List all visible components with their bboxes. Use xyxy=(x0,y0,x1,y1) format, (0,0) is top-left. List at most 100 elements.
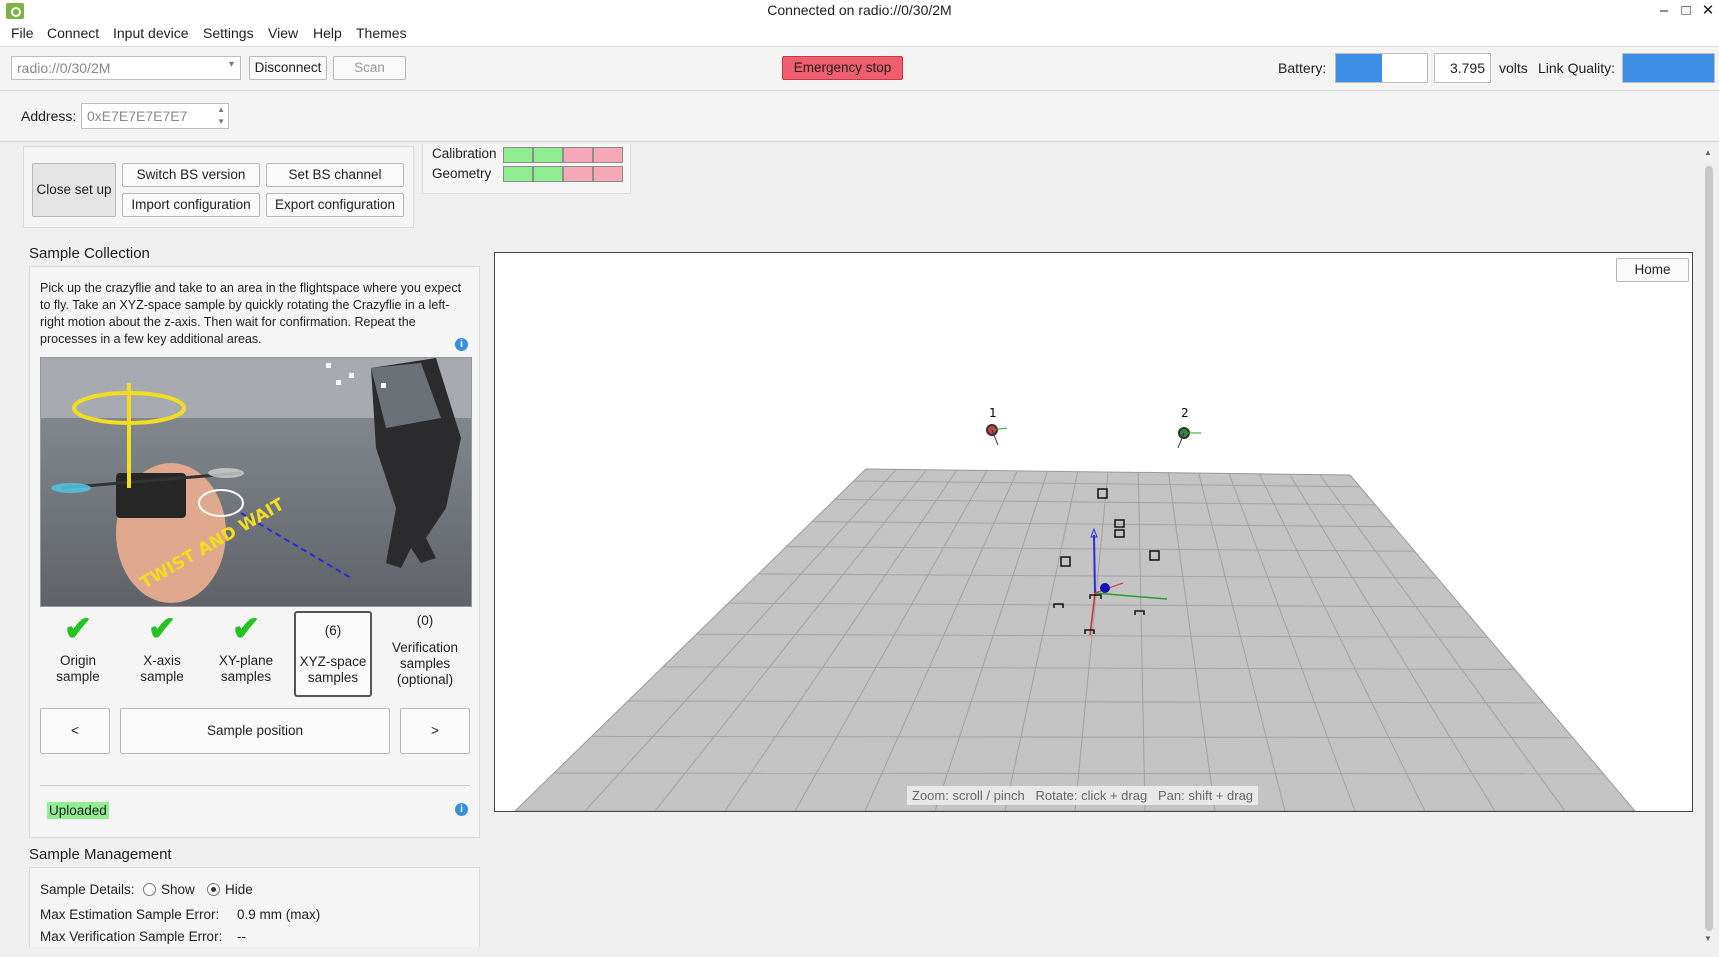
instructions-text: Pick up the crazyflie and take to an are… xyxy=(40,281,462,346)
origin-check-icon: ✔ xyxy=(63,610,93,648)
maximize-button[interactable]: □ xyxy=(1675,0,1697,22)
menu-input-device[interactable]: Input device xyxy=(113,25,189,41)
max-verification-error-value: -- xyxy=(237,929,246,944)
basestation-setup-panel: Close set up Switch BS version Set BS ch… xyxy=(23,146,414,228)
link-quality-bar-fill xyxy=(1623,54,1714,82)
xyz-space-samples-step: (6) XYZ-space samples xyxy=(294,611,372,697)
verification-sample-count: (0) xyxy=(416,613,434,628)
verification-samples-step: (0) Verification samples (optional) xyxy=(380,613,470,697)
connection-toolbar: radio://0/30/2M ▾ Disconnect Scan Emerge… xyxy=(0,47,1719,91)
instruction-image: TWIST AND WAIT xyxy=(40,357,472,607)
menu-bar: File Connect Input device Settings View … xyxy=(0,22,1719,47)
link-quality-label: Link Quality: xyxy=(1538,60,1616,76)
link-quality-bar xyxy=(1622,53,1715,83)
hide-radio-label: Hide xyxy=(225,882,253,897)
geometry-bs4-cell xyxy=(593,166,623,182)
sample-position-button[interactable]: Sample position xyxy=(120,708,390,754)
sample-management-panel: Sample Details: Show Hide Max Estimation… xyxy=(29,867,480,947)
battery-bar-fill xyxy=(1336,54,1382,82)
import-configuration-button[interactable]: Import configuration xyxy=(122,193,260,217)
menu-settings[interactable]: Settings xyxy=(203,25,254,41)
scan-button[interactable]: Scan xyxy=(333,56,406,80)
basestation-status-panel: Calibration Geometry xyxy=(422,144,631,194)
geometry-bs1-cell xyxy=(503,166,533,182)
spin-arrows-icon[interactable]: ▲ ▼ xyxy=(217,104,225,128)
switch-bs-version-button[interactable]: Switch BS version xyxy=(122,163,260,187)
calibration-label: Calibration xyxy=(432,146,497,161)
volts-label: volts xyxy=(1499,60,1528,76)
x-axis-sample-step: ✔ X-axis sample xyxy=(124,609,200,689)
set-bs-channel-button[interactable]: Set BS channel xyxy=(266,163,404,187)
export-configuration-button[interactable]: Export configuration xyxy=(266,193,404,217)
geometry-bs2-cell xyxy=(533,166,563,182)
calibration-bs3-cell xyxy=(563,147,593,163)
floor-plane xyxy=(514,468,1636,811)
scrollbar-thumb[interactable] xyxy=(1705,166,1713,931)
upload-info-icon[interactable]: i xyxy=(455,803,468,816)
disconnect-button[interactable]: Disconnect xyxy=(249,56,327,80)
hide-radio[interactable] xyxy=(207,883,220,896)
vertical-scrollbar[interactable]: ▲ ▼ xyxy=(1701,146,1717,946)
menu-view[interactable]: View xyxy=(268,25,298,41)
max-estimation-error-value: 0.9 mm (max) xyxy=(237,907,321,922)
voltage-field: 3.795 xyxy=(1434,53,1491,83)
x-axis-sample-label: X-axis sample xyxy=(140,653,184,684)
geometry-bs3-cell xyxy=(563,166,593,182)
calibration-bs4-cell xyxy=(593,147,623,163)
x-axis-check-icon: ✔ xyxy=(147,610,177,648)
address-input[interactable]: 0xE7E7E7E7E7 ▲ ▼ xyxy=(81,103,229,129)
max-estimation-error-label: Max Estimation Sample Error: xyxy=(40,907,220,922)
xy-plane-samples-step: ✔ XY-plane samples xyxy=(208,609,284,689)
3d-scene: 1 2 xyxy=(514,406,1636,811)
bs1-label: 1 xyxy=(989,406,997,420)
uri-select[interactable]: radio://0/30/2M ▾ xyxy=(11,56,241,80)
origin-sample-step: ✔ Origin sample xyxy=(40,609,116,689)
address-value: 0xE7E7E7E7E7 xyxy=(87,108,188,124)
menu-file[interactable]: File xyxy=(11,25,34,41)
scroll-up-icon[interactable]: ▲ xyxy=(1704,148,1712,157)
divider xyxy=(40,785,470,786)
viewer-hint: Zoom: scroll / pinch Rotate: click + dra… xyxy=(907,786,1259,805)
sample-management-title: Sample Management xyxy=(29,846,172,863)
battery-bar xyxy=(1335,53,1428,83)
crazyflie-position xyxy=(1100,583,1110,593)
close-setup-button[interactable]: Close set up xyxy=(32,163,116,217)
sample-collection-title: Sample Collection xyxy=(29,245,150,262)
sample-collection-panel: Pick up the crazyflie and take to an are… xyxy=(29,266,480,838)
verification-samples-label: Verification samples (optional) xyxy=(391,640,459,687)
window-title: Connected on radio://0/30/2M xyxy=(767,2,952,18)
geometry-label: Geometry xyxy=(432,166,492,181)
menu-themes[interactable]: Themes xyxy=(356,25,407,41)
upload-status-badge: Uploaded xyxy=(47,802,109,819)
home-button[interactable]: Home xyxy=(1616,258,1689,282)
sample-details-label: Sample Details: xyxy=(40,882,135,897)
menu-help[interactable]: Help xyxy=(313,25,342,41)
show-radio[interactable] xyxy=(143,883,156,896)
max-verification-error-label: Max Verification Sample Error: xyxy=(40,929,223,944)
chevron-down-icon: ▾ xyxy=(228,59,234,70)
hide-radio-dot xyxy=(211,887,216,892)
next-step-button[interactable]: > xyxy=(400,708,470,754)
3d-viewer[interactable]: 1 2 Home Zoom: scroll / pinch Rotate: cl… xyxy=(494,252,1693,812)
address-row: Address: 0xE7E7E7E7E7 ▲ ▼ xyxy=(0,91,1719,142)
emergency-stop-button[interactable]: Emergency stop xyxy=(782,56,903,80)
z-axis xyxy=(1093,534,1096,594)
xy-plane-samples-label: XY-plane samples xyxy=(218,653,274,684)
calibration-bs1-cell xyxy=(503,147,533,163)
bs2-label: 2 xyxy=(1181,406,1189,420)
xyz-space-samples-label: XYZ-space samples xyxy=(299,654,367,685)
origin-sample-label: Origin sample xyxy=(56,653,100,684)
scroll-down-icon[interactable]: ▼ xyxy=(1704,934,1712,943)
xyz-sample-count: (6) xyxy=(324,623,342,638)
uri-select-value: radio://0/30/2M xyxy=(17,60,111,76)
address-label: Address: xyxy=(21,108,77,124)
previous-step-button[interactable]: < xyxy=(40,708,110,754)
show-radio-label: Show xyxy=(161,882,195,897)
xy-plane-check-icon: ✔ xyxy=(231,610,261,648)
menu-connect[interactable]: Connect xyxy=(47,25,99,41)
calibration-bs2-cell xyxy=(533,147,563,163)
title-bar: Connected on radio://0/30/2M – □ ✕ xyxy=(0,0,1719,22)
close-button[interactable]: ✕ xyxy=(1697,0,1719,22)
minimize-button[interactable]: – xyxy=(1653,0,1675,22)
info-icon[interactable]: i xyxy=(455,338,468,351)
